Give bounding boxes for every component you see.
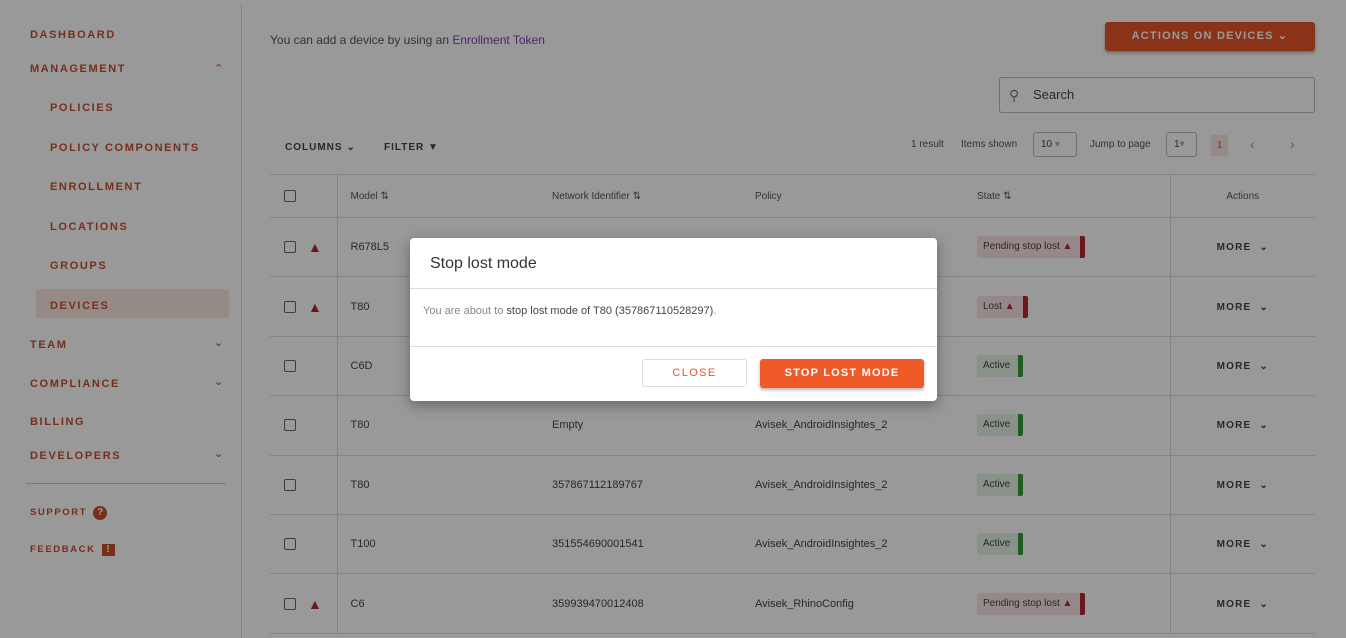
- message-target: stop lost mode of T80 (357867110528297): [506, 305, 714, 317]
- dialog-title: Stop lost mode: [410, 238, 937, 289]
- dialog-message: You are about to stop lost mode of T80 (…: [410, 289, 937, 347]
- stop-lost-mode-button[interactable]: STOP LOST MODE: [760, 359, 924, 388]
- stop-lost-mode-dialog: Stop lost mode You are about to stop los…: [410, 238, 937, 401]
- close-button[interactable]: CLOSE: [642, 359, 747, 387]
- message-prefix: You are about to: [423, 305, 504, 317]
- message-suffix: .: [713, 305, 717, 317]
